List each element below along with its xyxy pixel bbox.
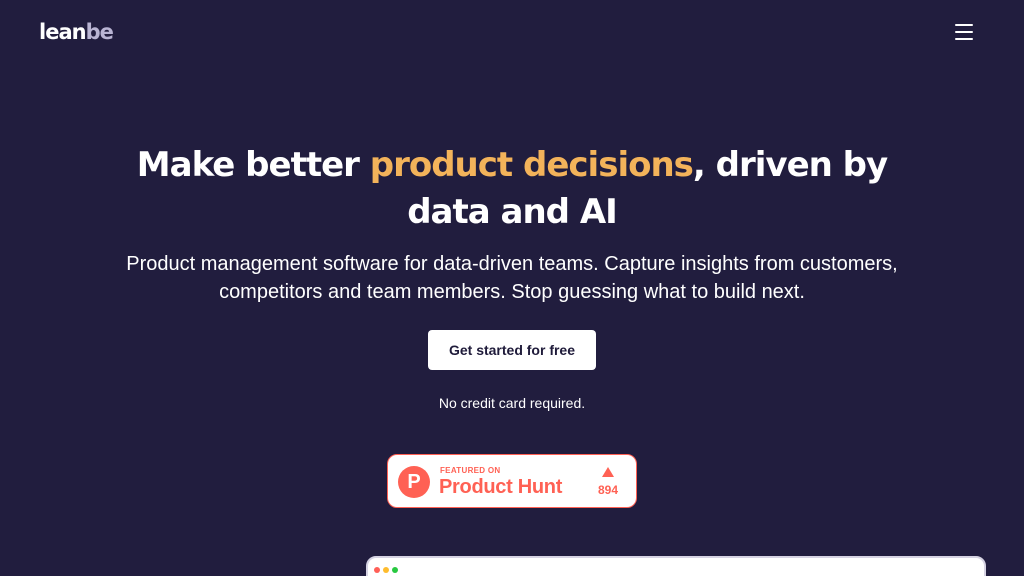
window-minimize-dot-icon: [383, 567, 389, 573]
landing-page: lean be Make better product decisions, dr…: [0, 0, 1024, 576]
hero-headline: Make better product decisions, driven by…: [112, 142, 912, 236]
product-hunt-featured-label: FEATURED ON: [440, 466, 501, 475]
menu-line: [955, 31, 973, 33]
window-maximize-dot-icon: [392, 567, 398, 573]
product-hunt-logo-icon: P: [398, 466, 430, 498]
menu-line: [955, 38, 973, 40]
no-credit-card-note: No credit card required.: [438, 395, 586, 411]
window-close-dot-icon: [374, 567, 380, 573]
upvote-count: 894: [597, 483, 619, 497]
hamburger-menu-icon[interactable]: [952, 22, 976, 42]
leanbe-logo[interactable]: lean be: [39, 20, 114, 44]
logo-text-be: be: [85, 20, 114, 44]
product-hunt-badge[interactable]: P FEATURED ON Product Hunt 894: [387, 454, 637, 508]
upvote-arrow-icon: [602, 467, 614, 477]
hero-subtitle: Product management software for data-dri…: [126, 253, 898, 303]
menu-line: [955, 24, 973, 26]
product-hunt-name: Product Hunt: [439, 476, 563, 498]
headline-text-start: Make better: [136, 145, 370, 185]
headline-accent: product decisions: [369, 145, 694, 185]
get-started-button[interactable]: Get started for free: [428, 330, 596, 370]
logo-text-lean: lean: [39, 20, 87, 44]
app-preview-window: [366, 556, 986, 576]
